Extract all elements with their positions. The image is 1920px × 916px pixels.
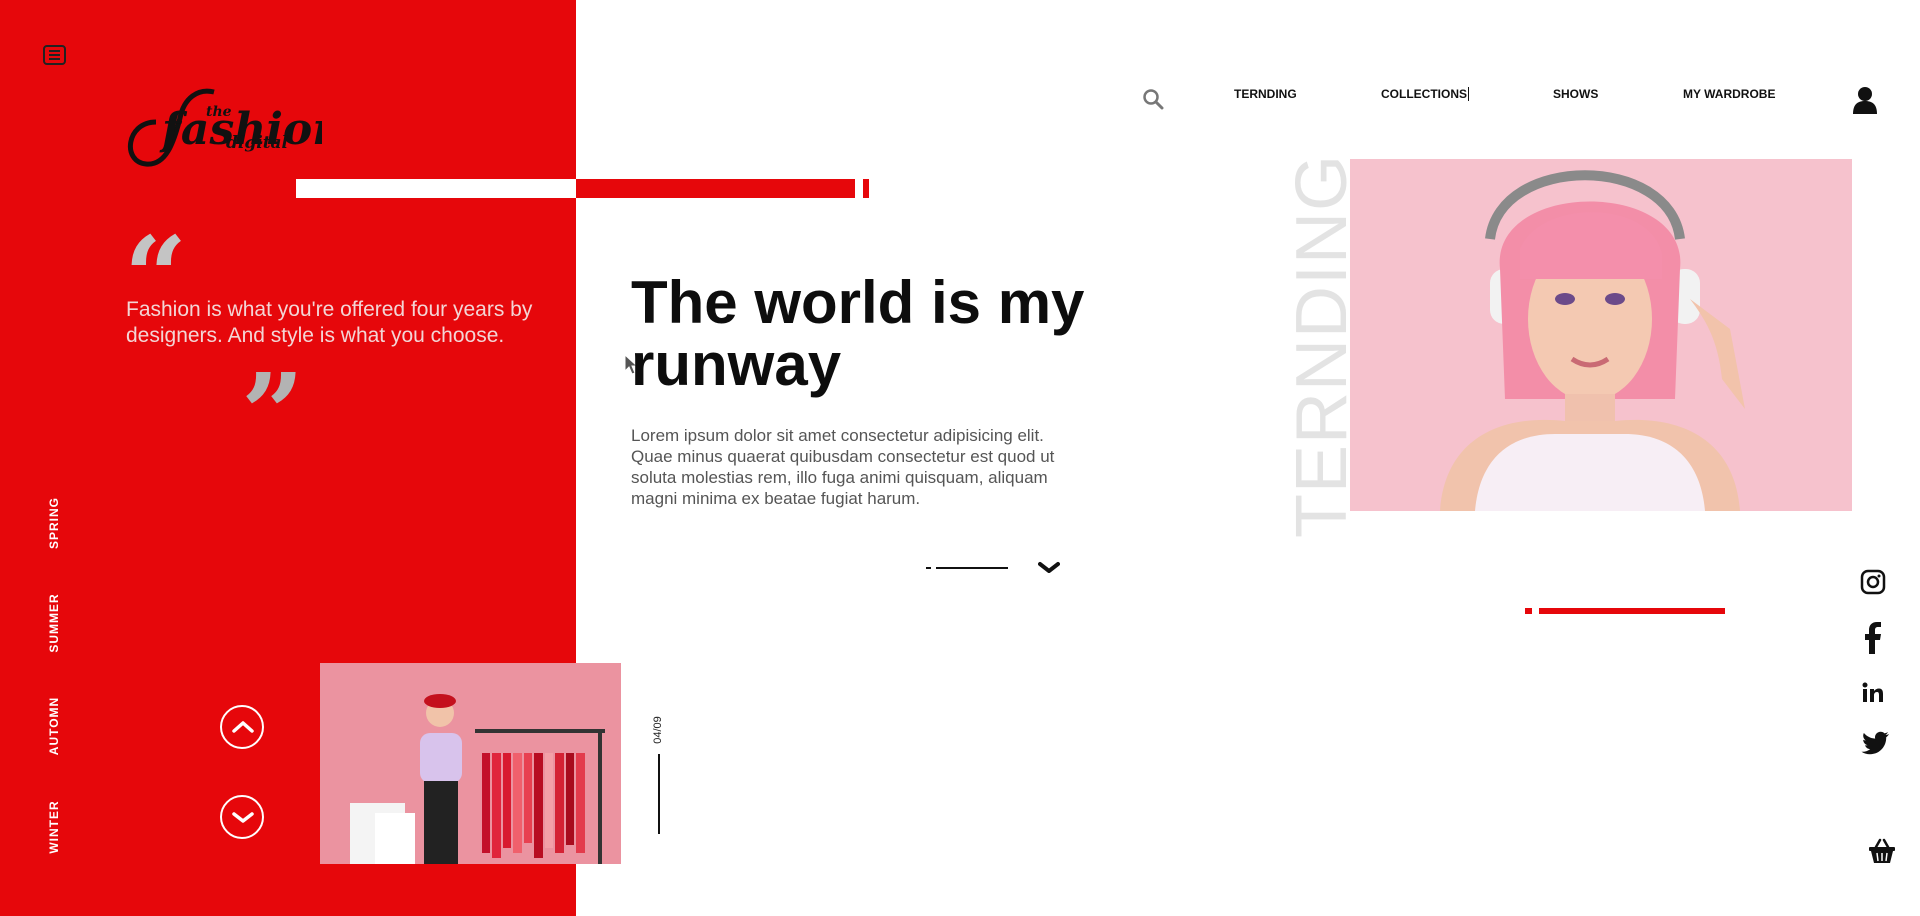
accent-bar-red — [576, 179, 855, 198]
season-summer[interactable]: SUMMER — [47, 593, 61, 652]
brand-logo[interactable]: the fashion digital — [122, 82, 344, 172]
twitter-icon[interactable] — [1860, 731, 1890, 762]
basket-icon[interactable] — [1868, 838, 1896, 869]
nav-my-wardrobe[interactable]: MY WARDROBE — [1683, 87, 1775, 101]
search-icon[interactable] — [1142, 88, 1164, 115]
accent-bar-red-short — [863, 179, 869, 198]
accent-bar-under-short — [1525, 608, 1532, 614]
trending-hero-image[interactable] — [1350, 159, 1852, 511]
logo-sub-text: digital — [226, 133, 289, 153]
nav-collections-label: COLLECTIONS — [1381, 87, 1467, 101]
user-icon[interactable] — [1852, 86, 1878, 119]
accent-bar-white — [296, 179, 576, 198]
season-winter[interactable]: WINTER — [47, 800, 61, 853]
counter-divider — [658, 754, 660, 834]
hamburger-menu-icon[interactable] — [43, 45, 66, 65]
quote-text: Fashion is what you're offered four year… — [126, 298, 533, 347]
slide-counter: 04/09 — [652, 716, 664, 744]
linkedin-icon[interactable] — [1860, 682, 1886, 709]
nav-shows[interactable]: SHOWS — [1553, 87, 1598, 101]
chevron-up-icon — [232, 721, 254, 733]
slide-up-button[interactable] — [220, 705, 264, 749]
facebook-icon[interactable] — [1860, 622, 1886, 659]
accent-bar-under-long — [1539, 608, 1725, 614]
collection-thumbnail-image[interactable] — [320, 663, 621, 864]
slider-progress-line — [936, 567, 1008, 569]
nav-trending[interactable]: TERNDING — [1234, 87, 1297, 101]
hero-title: The world is my runway — [631, 269, 1085, 398]
instagram-icon[interactable] — [1860, 569, 1886, 600]
nav-collections[interactable]: COLLECTIONS — [1381, 87, 1469, 101]
text-caret — [1468, 87, 1469, 101]
scroll-down-chevron-icon[interactable] — [1038, 561, 1060, 580]
quote-close-mark: ” — [241, 359, 304, 423]
slide-down-button[interactable] — [220, 795, 264, 839]
slider-dash-small — [926, 567, 931, 569]
season-spring[interactable]: SPRING — [47, 497, 61, 549]
hero-description: Lorem ipsum dolor sit amet consectetur a… — [631, 426, 1055, 508]
chevron-down-icon — [232, 812, 254, 823]
quote-open-mark: “ — [124, 222, 188, 292]
season-autumn[interactable]: AUTOMN — [47, 697, 61, 755]
page: the fashion digital “ Fashion is what yo… — [0, 0, 1920, 916]
